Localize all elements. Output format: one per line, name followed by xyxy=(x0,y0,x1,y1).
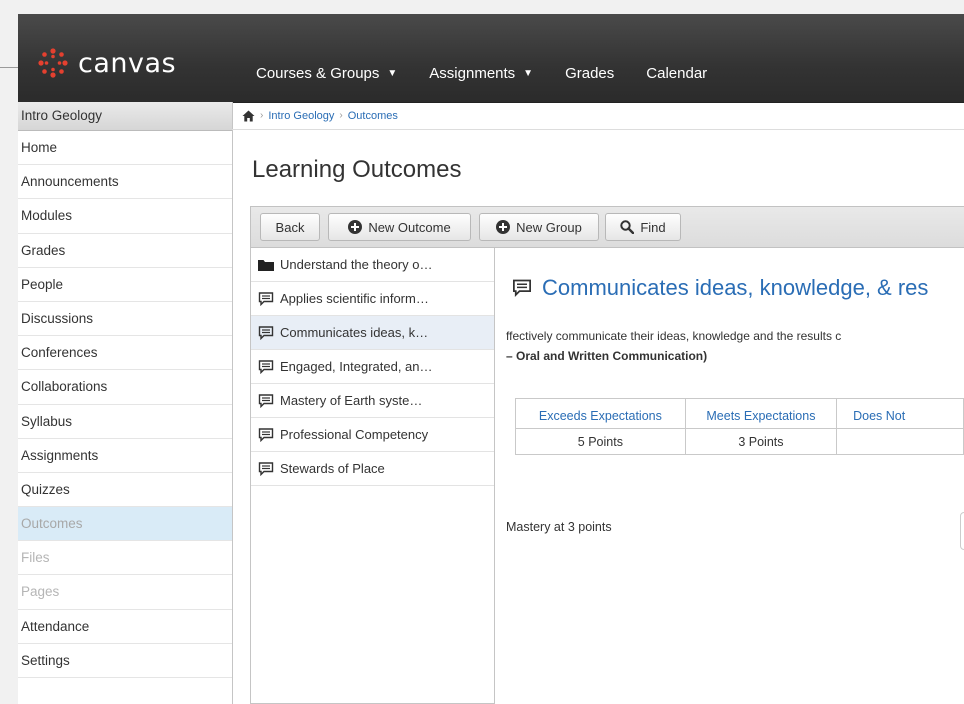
nav-label: Calendar xyxy=(646,64,708,82)
breadcrumb: › Intro Geology › Outcomes xyxy=(232,102,964,130)
nav-label: Courses & Groups xyxy=(256,64,380,82)
outline-item-label: Professional Competency xyxy=(280,427,429,442)
edit-button[interactable] xyxy=(960,512,964,550)
sidebar-item-modules[interactable]: Modules xyxy=(18,199,232,234)
home-icon[interactable] xyxy=(242,110,255,122)
canvas-logo[interactable]: canvas xyxy=(38,47,176,79)
list-item[interactable]: Engaged, Integrated, an… xyxy=(251,350,494,384)
nav-assignments[interactable]: Assignments ▼ xyxy=(429,65,533,82)
course-title[interactable]: Intro Geology xyxy=(18,102,232,131)
outcomes-outline: Understand the theory o… Applies scienti… xyxy=(250,248,495,704)
mastery-threshold: Mastery at 3 points xyxy=(506,520,612,534)
breadcrumb-separator: › xyxy=(260,110,264,121)
sidebar-item-pages[interactable]: Pages xyxy=(18,575,232,610)
plus-circle-icon xyxy=(496,220,511,234)
sidebar-item-attendance[interactable]: Attendance xyxy=(18,610,232,644)
back-button[interactable]: Back xyxy=(260,213,320,241)
folder-icon xyxy=(258,259,274,271)
rubric-points-row: 5 Points 3 Points xyxy=(515,428,964,455)
list-item[interactable]: Applies scientific inform… xyxy=(251,282,494,316)
rubric-rating-label: Meets Expectations xyxy=(684,398,838,429)
list-item[interactable]: Understand the theory o… xyxy=(251,248,494,282)
sidebar-item-files[interactable]: Files xyxy=(18,541,232,576)
outline-item-label: Understand the theory o… xyxy=(280,257,433,272)
breadcrumb-outcomes-link[interactable]: Outcomes xyxy=(348,110,398,122)
outcome-icon xyxy=(258,461,274,476)
nav-label: Assignments xyxy=(429,64,516,82)
outcome-icon xyxy=(513,279,531,297)
rubric-table: Exceeds Expectations Meets Expectations … xyxy=(515,398,964,455)
new-group-button[interactable]: New Group xyxy=(479,213,599,241)
sidebar-item-quizzes[interactable]: Quizzes xyxy=(18,473,232,508)
nav-label: Grades xyxy=(565,64,615,82)
outline-item-label: Engaged, Integrated, an… xyxy=(280,359,433,374)
rubric-header-row: Exceeds Expectations Meets Expectations … xyxy=(515,398,964,429)
window-edge-line xyxy=(0,67,18,68)
list-item[interactable]: Mastery of Earth syste… xyxy=(251,384,494,418)
back-button-label: Back xyxy=(275,219,305,235)
brand-name: canvas xyxy=(78,47,177,79)
sidebar-item-home[interactable]: Home xyxy=(18,131,232,166)
new-outcome-label: New Outcome xyxy=(368,219,451,235)
outline-item-label: Communicates ideas, k… xyxy=(280,325,429,340)
rubric-rating-label: Exceeds Expectations xyxy=(515,398,686,429)
canvas-logo-icon xyxy=(38,48,68,78)
sidebar-item-people[interactable]: People xyxy=(18,268,232,302)
outline-item-label: Stewards of Place xyxy=(280,461,385,476)
nav-courses-groups[interactable]: Courses & Groups ▼ xyxy=(256,65,397,82)
rubric-points: 5 Points xyxy=(515,428,686,455)
outcome-icon xyxy=(258,325,274,340)
outcome-detail: Communicates ideas, knowledge, & res ffe… xyxy=(495,248,964,704)
outcome-title: Communicates ideas, knowledge, & res xyxy=(512,275,928,301)
nav-grades[interactable]: Grades xyxy=(565,65,614,82)
new-outcome-button[interactable]: New Outcome xyxy=(328,213,471,241)
canvas-app: canvas Courses & Groups ▼ Assignments ▼ … xyxy=(18,14,964,704)
breadcrumb-course-link[interactable]: Intro Geology xyxy=(268,110,334,122)
outcome-description: ffectively communicate their ideas, know… xyxy=(506,326,964,366)
sidebar-item-grades[interactable]: Grades xyxy=(18,234,232,268)
main-nav: Courses & Groups ▼ Assignments ▼ Grades … xyxy=(256,60,739,86)
list-item[interactable]: Stewards of Place xyxy=(251,452,494,486)
outline-item-label: Mastery of Earth syste… xyxy=(280,393,423,408)
outcomes-toolbar: Back New Outcome New Group Find xyxy=(250,206,964,248)
rubric-rating-label: Does Not xyxy=(836,398,964,429)
sidebar-item-discussions[interactable]: Discussions xyxy=(18,302,232,337)
rubric-points xyxy=(836,428,964,455)
page-title: Learning Outcomes xyxy=(252,156,462,183)
breadcrumb-separator: › xyxy=(339,110,343,121)
outcome-icon xyxy=(258,427,274,442)
outline-item-label: Applies scientific inform… xyxy=(280,291,429,306)
list-item[interactable]: Communicates ideas, k… xyxy=(251,316,494,350)
new-group-label: New Group xyxy=(516,219,582,235)
sidebar-item-conferences[interactable]: Conferences xyxy=(18,336,232,371)
sidebar-item-settings[interactable]: Settings xyxy=(18,644,232,678)
top-navigation-bar: canvas Courses & Groups ▼ Assignments ▼ … xyxy=(18,14,964,103)
sidebar-item-collaborations[interactable]: Collaborations xyxy=(18,370,232,405)
outcome-title-text: Communicates ideas, knowledge, & res xyxy=(542,275,929,300)
sidebar-item-assignments[interactable]: Assignments xyxy=(18,439,232,473)
rubric-points: 3 Points xyxy=(684,428,838,455)
plus-circle-icon xyxy=(348,220,363,234)
sidebar-item-outcomes[interactable]: Outcomes xyxy=(18,507,232,542)
outcome-icon xyxy=(258,393,274,408)
search-icon xyxy=(620,220,635,234)
outcome-icon xyxy=(258,291,274,306)
description-line: ffectively communicate their ideas, know… xyxy=(506,329,842,343)
outcome-icon xyxy=(258,359,274,374)
chevron-down-icon: ▼ xyxy=(387,67,398,79)
description-line: – Oral and Written Communication) xyxy=(506,349,708,363)
list-item[interactable]: Professional Competency xyxy=(251,418,494,452)
nav-calendar[interactable]: Calendar xyxy=(646,65,707,82)
find-button[interactable]: Find xyxy=(605,213,681,241)
find-label: Find xyxy=(640,219,666,235)
course-sidebar: Intro Geology Home Announcements Modules… xyxy=(18,102,233,704)
sidebar-item-announcements[interactable]: Announcements xyxy=(18,165,232,200)
chevron-down-icon: ▼ xyxy=(523,67,534,79)
sidebar-item-syllabus[interactable]: Syllabus xyxy=(18,405,232,439)
